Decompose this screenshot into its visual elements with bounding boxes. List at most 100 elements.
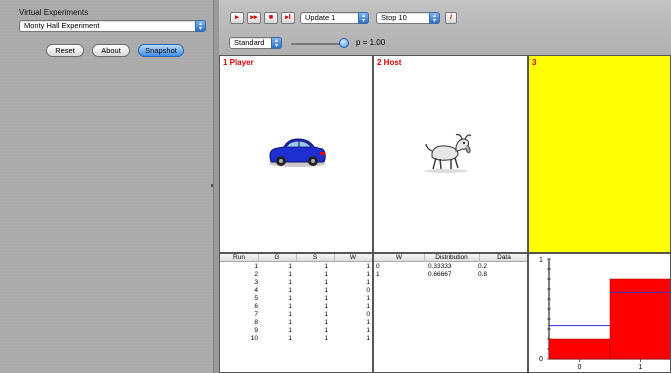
distribution-table: W Distribution Data 0 0.33333 0.2 1 0.66667 0…	[373, 253, 528, 373]
run-table-cell: 1	[324, 319, 328, 326]
run-table-cell: 1	[366, 271, 370, 278]
run-table-cell: 1	[288, 295, 292, 302]
run-table-cell: 1	[288, 327, 292, 334]
y-tick-label: 1	[539, 257, 543, 264]
data-bar	[548, 338, 611, 360]
distribution-column-header: Distribution	[435, 254, 468, 261]
column-divider	[334, 254, 335, 262]
play-icon: ▸	[235, 14, 239, 21]
stop-select[interactable]: Stop 10 ▴ ▾	[376, 12, 440, 24]
host-panel[interactable]: 2 Host	[373, 55, 528, 253]
stop-icon: ■	[268, 14, 274, 21]
run-table-cell: 0	[366, 311, 370, 318]
run-table-cell: 1	[366, 295, 370, 302]
distribution-table-cell: 0.33333	[428, 263, 452, 270]
select-arrows-icon: ▴ ▾	[429, 12, 440, 24]
run-table-cell: 6	[254, 303, 258, 310]
run-table-cell: 1	[288, 279, 292, 286]
door3-panel[interactable]: 3	[528, 55, 671, 253]
data-column-header: Data	[497, 254, 511, 261]
toolbar: ▸ ▸▸ ■ ▸I Update 1 ▴ ▾ Stop 10 ▴ ▾ i Stand…	[219, 0, 671, 56]
run-table-cell: 4	[254, 287, 258, 294]
snapshot-button[interactable]: Snapshot	[138, 44, 184, 57]
experiment-select-value: Monty Hall Experiment	[24, 21, 100, 30]
play-button[interactable]: ▸	[230, 12, 244, 24]
run-table-cell: 1	[254, 263, 258, 270]
stop-button[interactable]: ■	[264, 12, 278, 24]
column-divider	[296, 254, 297, 262]
g-column-header: G	[274, 254, 280, 261]
host-panel-title: 2 Host	[377, 58, 402, 67]
run-table-cell: 1	[288, 335, 292, 342]
distribution-table-header: W Distribution Data	[374, 254, 527, 262]
select-arrows-icon: ▴ ▾	[195, 20, 206, 32]
distribution-chart: 0 1 1 0	[539, 257, 670, 371]
w-column-header: W	[349, 254, 357, 261]
fast-forward-icon: ▸▸	[250, 14, 258, 21]
experiment-select[interactable]: Monty Hall Experiment ▴ ▾	[19, 20, 206, 32]
reset-button[interactable]: Reset	[46, 44, 84, 57]
step-button[interactable]: ▸▸	[247, 12, 261, 24]
run-table-cell: 2	[254, 271, 258, 278]
stop-select-value: Stop 10	[381, 13, 407, 22]
run-table-cell: 3	[254, 279, 258, 286]
player-panel-title: 1 Player	[223, 58, 254, 67]
strategy-select-value: Standard	[234, 38, 265, 47]
update-select-value: Update 1	[305, 13, 336, 22]
run-table-cell: 1	[288, 311, 292, 318]
run-table-cell: 5	[254, 295, 258, 302]
skip-icon: ▸I	[285, 14, 291, 21]
goat-icon	[424, 133, 472, 173]
strategy-select[interactable]: Standard ▴ ▾	[229, 37, 282, 49]
distribution-table-cell: 0	[376, 263, 380, 270]
info-button[interactable]: i	[445, 12, 457, 24]
about-button[interactable]: About	[92, 44, 130, 57]
splitter-handle[interactable]	[211, 184, 213, 187]
distribution-table-cell: 0.8	[478, 271, 488, 278]
run-table-cell: 9	[254, 327, 258, 334]
p-value-label: p = 1.00	[356, 38, 386, 47]
door3-panel-title: 3	[532, 58, 537, 67]
run-table-cell: 1	[366, 303, 370, 310]
experiments-sidebar: Virtual Experiments Monty Hall Experimen…	[0, 0, 214, 373]
run-table-cell: 1	[324, 295, 328, 302]
update-select[interactable]: Update 1 ▴ ▾	[300, 12, 369, 24]
run-table-cell: 1	[288, 319, 292, 326]
run-table-cell: 8	[254, 319, 258, 326]
car-icon	[269, 138, 326, 167]
s-column-header: S	[312, 254, 318, 261]
run-table-cell: 0	[366, 287, 370, 294]
column-divider	[479, 254, 480, 262]
run-table-cell: 1	[366, 327, 370, 334]
run-table-cell: 1	[324, 335, 328, 342]
player-panel[interactable]: 1 Player	[219, 55, 373, 253]
run-table-cell: 1	[324, 271, 328, 278]
column-divider	[258, 254, 259, 262]
run-table-cell: 1	[366, 319, 370, 326]
run-table-cell: 10	[250, 335, 258, 342]
run-table-cell: 1	[324, 311, 328, 318]
reset-run-button[interactable]: ▸I	[281, 12, 295, 24]
run-table-cell: 1	[324, 303, 328, 310]
run-table-cell: 1	[324, 263, 328, 270]
x-tick-label: 1	[639, 364, 643, 371]
run-table: Run G S W 111121113111411051116111711081…	[219, 253, 373, 373]
run-table-header: Run G S W	[220, 254, 372, 262]
run-table-cell: 1	[366, 335, 370, 342]
run-column-header: Run	[233, 254, 245, 261]
select-arrows-icon: ▴ ▾	[271, 37, 282, 49]
run-table-cell: 1	[324, 287, 328, 294]
run-table-cell: 1	[288, 287, 292, 294]
distribution-table-cell: 0.2	[478, 263, 488, 270]
distribution-table-cell: 0.66667	[428, 271, 452, 278]
run-table-cell: 1	[366, 279, 370, 286]
select-arrows-icon: ▴ ▾	[358, 12, 369, 24]
run-table-cell: 1	[288, 303, 292, 310]
y-tick-label: 0	[539, 356, 543, 363]
distribution-table-cell: 1	[376, 271, 380, 278]
info-icon: i	[450, 14, 452, 21]
run-table-cell: 1	[324, 327, 328, 334]
p-slider-knob[interactable]	[339, 38, 349, 48]
run-table-cell: 1	[288, 263, 292, 270]
data-bar	[609, 278, 670, 360]
